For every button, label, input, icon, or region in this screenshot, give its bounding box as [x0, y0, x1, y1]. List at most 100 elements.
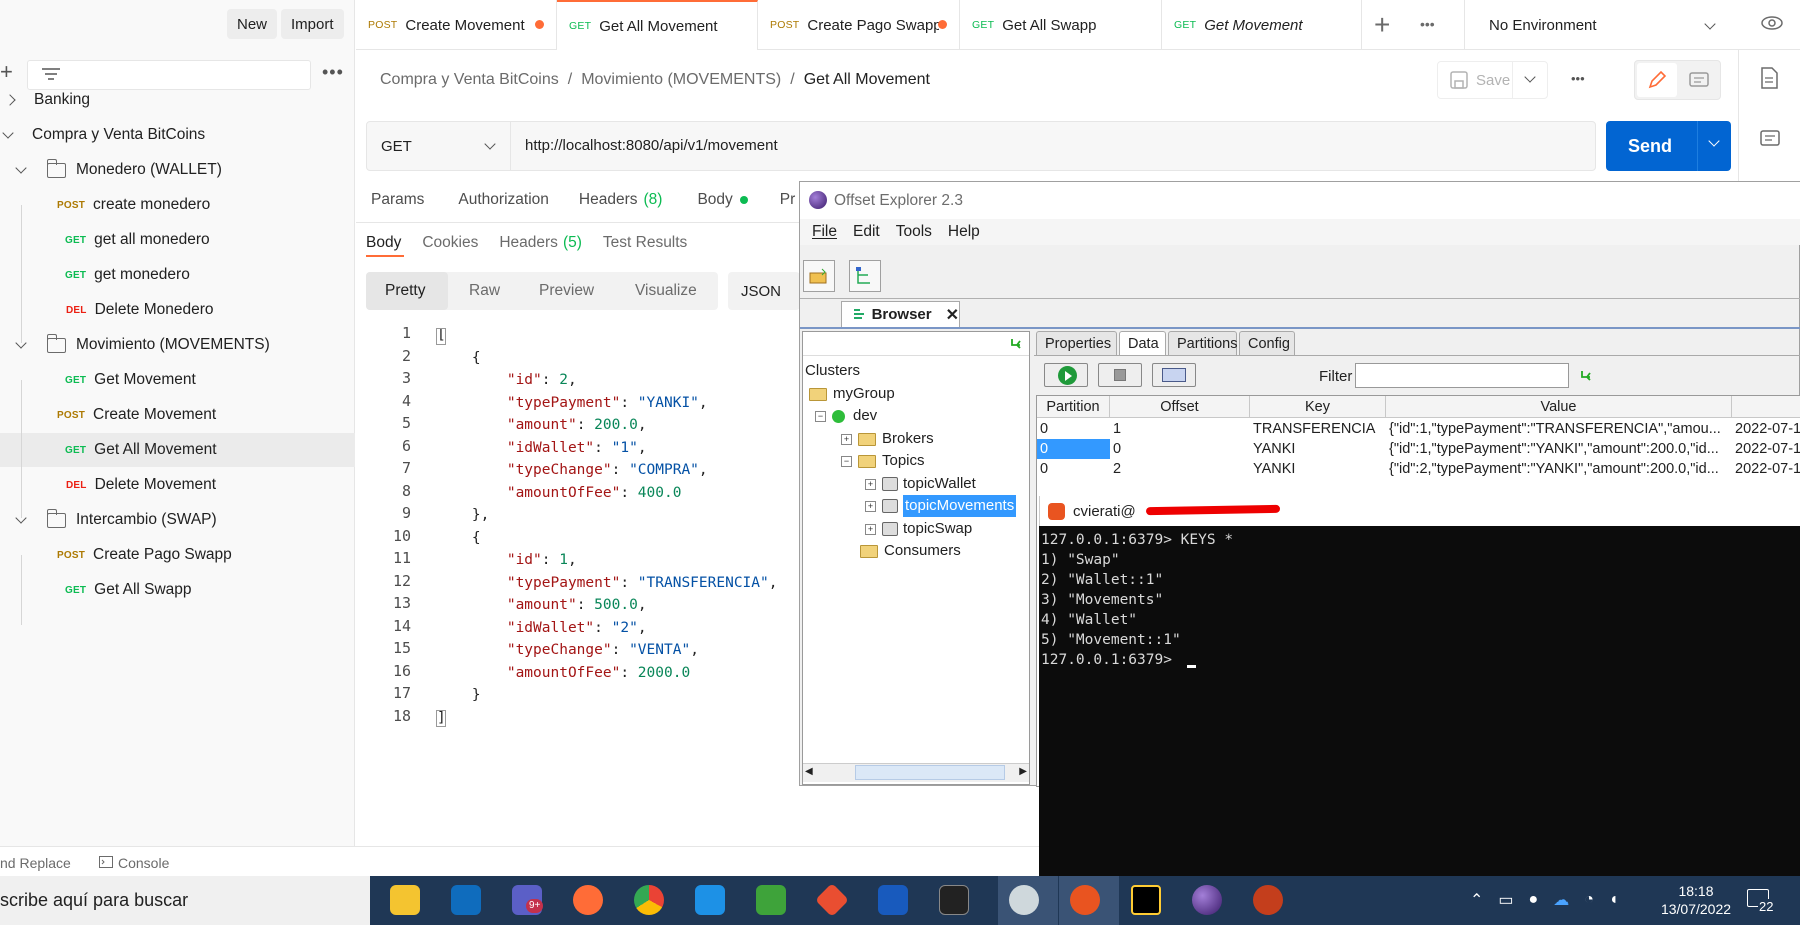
tree-consumers[interactable]: Consumers: [860, 540, 961, 562]
sidebar-request[interactable]: GET Get All Movement: [0, 433, 355, 467]
tab-response-body[interactable]: Body: [366, 234, 401, 252]
sidebar-folder[interactable]: Intercambio (SWAP): [0, 503, 355, 537]
filter-input[interactable]: [1355, 363, 1569, 388]
tab-data[interactable]: Data: [1119, 331, 1166, 356]
tab-get-all-swapp[interactable]: GET Get All Swapp: [960, 0, 1162, 50]
teams-icon[interactable]: 9+: [512, 885, 544, 915]
tab-partitions[interactable]: Partitions: [1168, 331, 1237, 355]
sidebar-request[interactable]: GET Get All Swapp: [0, 573, 355, 607]
sidebar-request[interactable]: GET get monedero: [0, 258, 355, 292]
new-button[interactable]: New: [227, 9, 278, 39]
offset-explorer-taskbar-icon[interactable]: [1192, 885, 1222, 915]
new-tab-icon[interactable]: +: [1374, 9, 1390, 41]
sidebar-request[interactable]: GET Get Movement: [0, 363, 355, 397]
method-select[interactable]: GET: [367, 122, 511, 170]
breadcrumb-folder[interactable]: Movimiento (MOVEMENTS): [581, 71, 781, 89]
tab-response-headers[interactable]: Headers: [499, 234, 558, 252]
browser-tab[interactable]: Browser ✕: [841, 301, 960, 327]
tree-view-button[interactable]: [849, 260, 881, 292]
more-icon[interactable]: •••: [322, 62, 344, 83]
horizontal-scrollbar[interactable]: ◀ ▶: [803, 763, 1029, 782]
eye-icon[interactable]: [1761, 15, 1783, 31]
chevron-up-icon[interactable]: ⌃: [1470, 890, 1483, 910]
console-button[interactable]: Console: [118, 855, 169, 871]
view-pretty[interactable]: Pretty: [385, 282, 425, 300]
tab-body[interactable]: Body: [697, 191, 732, 209]
taskbar-search[interactable]: scribe aquí para buscar: [0, 876, 370, 925]
apply-filter-icon[interactable]: [1580, 369, 1594, 383]
refresh-icon[interactable]: [1010, 337, 1024, 351]
outlook-icon[interactable]: [451, 885, 481, 915]
documentation-icon[interactable]: [1760, 67, 1778, 89]
format-select[interactable]: JSON: [728, 272, 800, 310]
tab-authorization[interactable]: Authorization: [458, 191, 548, 209]
sidebar-request[interactable]: GET get all monedero: [0, 223, 355, 257]
docker-icon[interactable]: [695, 885, 725, 915]
redis-app-icon[interactable]: [1009, 885, 1039, 915]
tree-clusters[interactable]: Clusters: [805, 360, 860, 382]
tree-topic[interactable]: + topicSwap: [865, 518, 972, 540]
close-icon[interactable]: ✕: [946, 305, 959, 325]
comments-icon[interactable]: [1760, 130, 1780, 150]
onedrive-icon[interactable]: ☁: [1553, 890, 1569, 910]
table-row[interactable]: 0 0 YANKI {"id":1,"typePayment":"YANKI","am…: [1037, 439, 1800, 459]
column-header[interactable]: Value: [1386, 396, 1732, 418]
menu-help[interactable]: Help: [948, 223, 980, 241]
menu-file[interactable]: File: [812, 223, 837, 241]
tab-params[interactable]: Params: [371, 191, 424, 209]
tab-properties[interactable]: Properties: [1036, 331, 1117, 355]
sidebar-folder[interactable]: Movimiento (MOVEMENTS): [0, 328, 355, 362]
sidebar-request[interactable]: DEL Delete Monedero: [0, 293, 355, 327]
column-header[interactable]: Key: [1250, 396, 1386, 418]
sidebar-request[interactable]: DEL Delete Movement: [0, 468, 355, 502]
send-button[interactable]: Send: [1606, 121, 1731, 171]
git-icon[interactable]: [815, 883, 849, 917]
terminal-icon[interactable]: [939, 885, 969, 915]
tree-topics[interactable]: − Topics: [841, 450, 925, 472]
table-row[interactable]: 0 1 TRANSFERENCIA {"id":1,"typePayment":"TR…: [1037, 419, 1800, 439]
menu-edit[interactable]: Edit: [853, 223, 880, 241]
find-replace-button[interactable]: nd Replace: [0, 855, 71, 871]
volume-icon[interactable]: ◖: [1609, 891, 1619, 909]
tab-create-pago-swapp[interactable]: POST Create Pago Swapp: [758, 0, 960, 50]
breadcrumb-collection[interactable]: Compra y Venta BitCoins: [380, 71, 559, 89]
sidebar-request[interactable]: POST Create Movement: [0, 398, 355, 432]
tree-topic[interactable]: + topicWallet: [865, 473, 976, 495]
column-header[interactable]: Offset: [1110, 396, 1250, 418]
sidebar-request[interactable]: POST Create Pago Swapp: [0, 538, 355, 572]
view-options-button[interactable]: [1152, 363, 1196, 387]
tab-overflow-icon[interactable]: •••: [1420, 16, 1435, 32]
play-button[interactable]: [1044, 363, 1088, 387]
view-visualize[interactable]: Visualize: [635, 282, 697, 300]
import-button[interactable]: Import: [281, 9, 344, 39]
tab-get-movement[interactable]: GET Get Movement: [1162, 0, 1362, 50]
postman-icon[interactable]: [573, 885, 603, 915]
column-header[interactable]: [1732, 396, 1800, 418]
wifi-icon[interactable]: ◔: [1584, 891, 1594, 909]
chrome-icon[interactable]: [634, 885, 664, 915]
column-header[interactable]: Partition: [1037, 396, 1110, 418]
intellij-icon[interactable]: [1131, 885, 1161, 915]
notepad-icon[interactable]: [756, 885, 786, 915]
terminal-output[interactable]: 127.0.0.1:6379> KEYS * 1) "Swap" 2) "Walle…: [1039, 526, 1800, 876]
file-explorer-icon[interactable]: [390, 885, 420, 915]
save-button[interactable]: Save: [1437, 61, 1548, 99]
url-input[interactable]: http://localhost:8080/api/v1/movement: [525, 137, 778, 154]
powerpoint-icon[interactable]: [1253, 885, 1283, 915]
tree-cluster-dev[interactable]: − dev: [815, 405, 877, 427]
table-row[interactable]: 0 2 YANKI {"id":2,"typePayment":"YANKI","am…: [1037, 459, 1800, 479]
word-icon[interactable]: [878, 885, 908, 915]
tree-topic[interactable]: + topicMovements: [865, 495, 1017, 517]
edit-toggle[interactable]: [1637, 63, 1677, 97]
sidebar-folder[interactable]: Monedero (WALLET): [0, 153, 355, 187]
sidebar-collection[interactable]: Banking: [0, 83, 355, 117]
tab-config[interactable]: Config: [1239, 331, 1295, 355]
environment-select[interactable]: No Environment: [1489, 14, 1722, 36]
battery-icon[interactable]: ▭: [1498, 890, 1513, 910]
tab-test-results[interactable]: Test Results: [603, 234, 687, 252]
clock[interactable]: 18:18 13/07/2022: [1656, 882, 1736, 918]
comment-icon[interactable]: [1689, 72, 1709, 90]
add-icon[interactable]: +: [0, 61, 13, 83]
ubuntu-taskbar-icon[interactable]: [1070, 885, 1100, 915]
more-icon[interactable]: •••: [1571, 71, 1585, 86]
